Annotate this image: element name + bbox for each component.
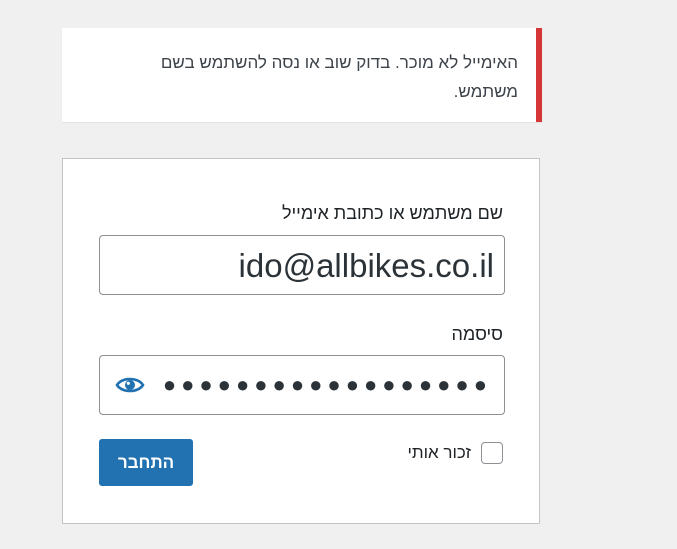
remember-me[interactable]: זכור אותי bbox=[407, 442, 503, 464]
eye-icon bbox=[115, 377, 145, 393]
password-value: ●●●●●●●●●●●●●●●●●● bbox=[162, 372, 492, 397]
show-password-button[interactable] bbox=[114, 372, 146, 398]
username-label: שם משתמש או כתובת אימייל bbox=[281, 203, 503, 223]
login-form: שם משתמש או כתובת אימייל ido@allbikes.co… bbox=[62, 158, 540, 524]
username-field[interactable]: ido@allbikes.co.il bbox=[99, 235, 505, 295]
error-notice: האימייל לא מוכר. בדוק שוב או נסה להשתמש … bbox=[62, 28, 542, 122]
login-button[interactable]: התחבר bbox=[99, 439, 193, 486]
error-message: האימייל לא מוכר. בדוק שוב או נסה להשתמש … bbox=[160, 53, 518, 101]
password-field[interactable]: ●●●●●●●●●●●●●●●●●● bbox=[99, 355, 505, 415]
remember-me-label: זכור אותי bbox=[407, 443, 471, 462]
username-value: ido@allbikes.co.il bbox=[238, 247, 494, 284]
remember-me-checkbox[interactable] bbox=[481, 442, 503, 464]
password-label: סיסמה bbox=[451, 324, 503, 344]
